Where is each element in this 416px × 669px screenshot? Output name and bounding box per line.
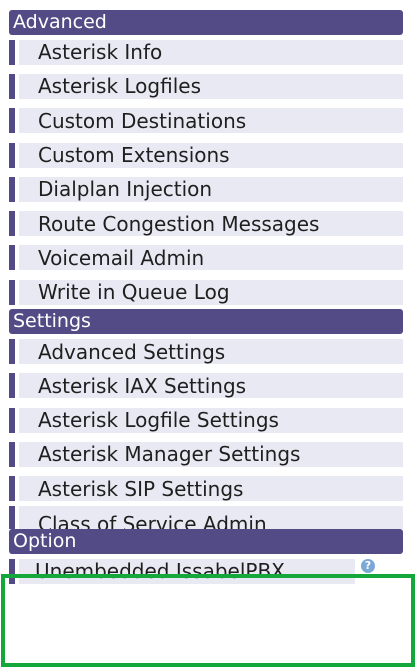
menu-item-route-congestion-messages[interactable]: Route Congestion Messages [9, 206, 403, 240]
item-marker [9, 73, 15, 99]
item-marker [9, 373, 15, 399]
item-marker [9, 339, 15, 365]
item-marker [9, 108, 15, 134]
menu-item-label[interactable]: Asterisk SIP Settings [19, 476, 403, 502]
menu-item-label[interactable]: Asterisk IAX Settings [19, 373, 403, 399]
menu-item-label[interactable]: Write in Queue Log [19, 279, 403, 305]
menu-item-label[interactable]: Asterisk Logfile Settings [19, 407, 403, 433]
menu-item-label[interactable]: Class of Service Admin [19, 505, 403, 529]
menu-item-write-in-queue-log[interactable]: Write in Queue Log [9, 275, 403, 309]
section-header-settings: Settings [9, 309, 403, 335]
menu-item-voicemail-admin[interactable]: Voicemail Admin [9, 241, 403, 275]
item-marker [9, 39, 15, 65]
item-marker [9, 279, 15, 305]
menu-item-asterisk-manager-settings[interactable]: Asterisk Manager Settings [9, 437, 403, 471]
item-marker [9, 142, 15, 168]
item-marker [9, 245, 15, 271]
menu-item-unembedded-issabelpbx[interactable]: Unembedded IssabelPBX ? [9, 554, 403, 588]
sidebar-menu: Advanced Asterisk Info Asterisk Logfiles… [9, 10, 403, 588]
menu-item-label[interactable]: Voicemail Admin [19, 245, 403, 271]
help-icon[interactable]: ? [361, 558, 375, 573]
item-marker [9, 476, 15, 502]
item-marker [9, 211, 15, 237]
menu-item-label[interactable]: Route Congestion Messages [19, 211, 403, 237]
menu-item-dialplan-injection[interactable]: Dialplan Injection [9, 172, 403, 206]
menu-item-custom-destinations[interactable]: Custom Destinations [9, 104, 403, 138]
menu-item-label[interactable]: Dialplan Injection [19, 176, 403, 202]
menu-item-asterisk-logfile-settings[interactable]: Asterisk Logfile Settings [9, 403, 403, 437]
item-marker [9, 558, 15, 584]
menu-item-label[interactable]: Asterisk Logfiles [19, 73, 403, 99]
menu-item-asterisk-sip-settings[interactable]: Asterisk SIP Settings [9, 472, 403, 506]
menu-item-asterisk-iax-settings[interactable]: Asterisk IAX Settings [9, 369, 403, 403]
menu-item-advanced-settings[interactable]: Advanced Settings [9, 334, 403, 368]
section-header-option: Option [9, 528, 403, 554]
menu-item-label[interactable]: Asterisk Info [19, 39, 403, 65]
item-marker [9, 441, 15, 467]
item-marker [9, 505, 15, 529]
menu-item-label[interactable]: Unembedded IssabelPBX [19, 558, 355, 584]
menu-item-custom-extensions[interactable]: Custom Extensions [9, 138, 403, 172]
item-marker [9, 407, 15, 433]
menu-item-asterisk-info[interactable]: Asterisk Info [9, 35, 403, 69]
menu-item-label[interactable]: Custom Destinations [19, 108, 403, 134]
item-marker [9, 176, 15, 202]
menu-item-label[interactable]: Custom Extensions [19, 142, 403, 168]
menu-item-label[interactable]: Advanced Settings [19, 339, 403, 365]
section-header-advanced: Advanced [9, 10, 403, 35]
menu-item-label[interactable]: Asterisk Manager Settings [19, 441, 403, 467]
menu-item-asterisk-logfiles[interactable]: Asterisk Logfiles [9, 69, 403, 103]
menu-item-class-of-service-admin[interactable]: Class of Service Admin [9, 505, 403, 529]
